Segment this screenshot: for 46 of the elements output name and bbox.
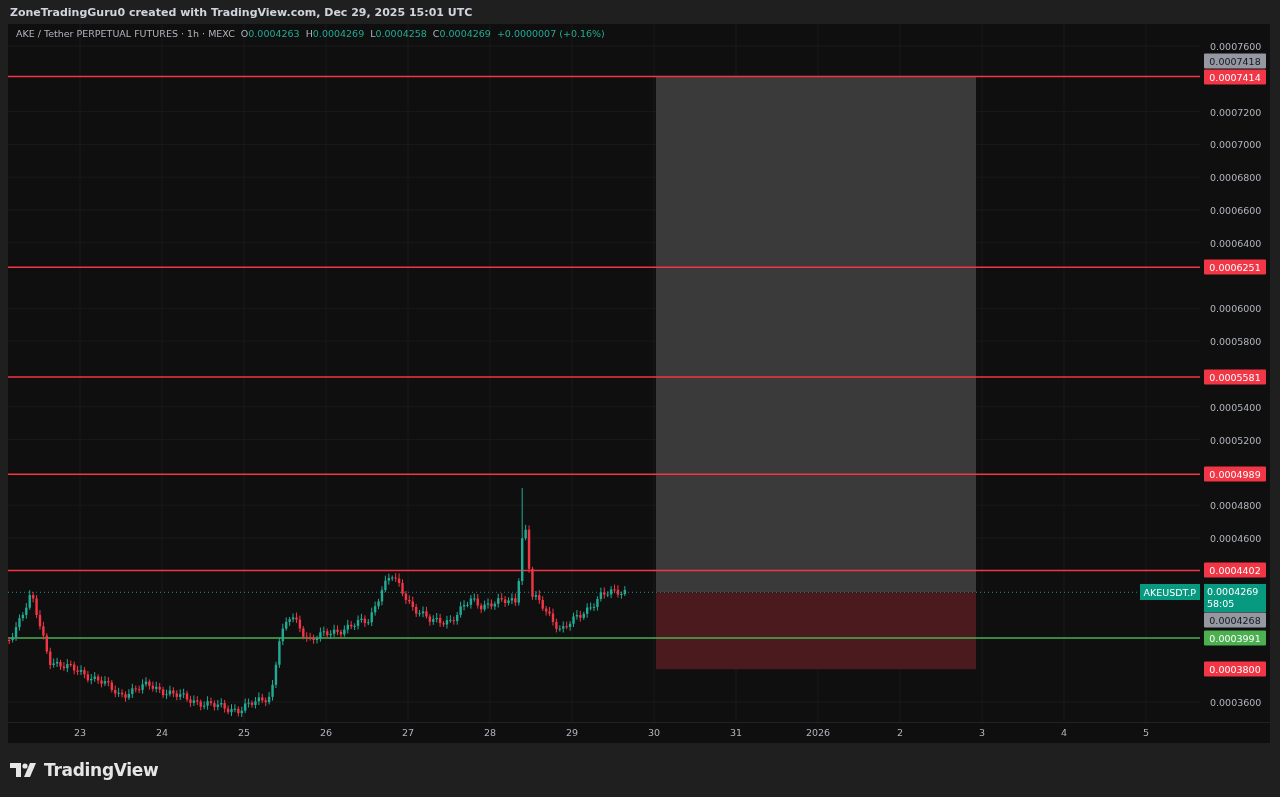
price-tick: 0.0005200 bbox=[1210, 434, 1262, 446]
price-level-label: 0.0007414 bbox=[1204, 69, 1266, 84]
price-tick: 0.0007000 bbox=[1210, 138, 1262, 150]
price-level-label: 0.0007418 bbox=[1204, 53, 1266, 69]
price-tick: 0.0007200 bbox=[1210, 106, 1262, 118]
chart-title: AKE / Tether PERPETUAL FUTURES · 1h · MEXC bbox=[16, 28, 235, 39]
price-tick: 0.0006800 bbox=[1210, 171, 1262, 183]
ohlc-reading: C0.0004269 bbox=[432, 28, 491, 39]
price-level-label: 0.0006251 bbox=[1204, 259, 1266, 275]
ohlc-reading: H0.0004269 bbox=[305, 28, 365, 39]
ohlc-reading: O0.0004263 bbox=[240, 28, 300, 39]
time-tick: 25 bbox=[237, 727, 251, 738]
price-tick: 0.0004800 bbox=[1210, 499, 1262, 511]
time-tick: 24 bbox=[155, 727, 169, 738]
price-tick: 0.0007600 bbox=[1210, 40, 1262, 52]
time-tick: 29 bbox=[565, 727, 579, 738]
price-level-label: 0.0003800 bbox=[1204, 661, 1266, 677]
price-tick: 0.0006600 bbox=[1210, 204, 1262, 216]
price-level-label: 0.0004989 bbox=[1204, 466, 1266, 482]
time-tick: 23 bbox=[73, 727, 87, 738]
price-tick: 0.0005800 bbox=[1210, 335, 1262, 347]
time-tick: 5 bbox=[1143, 727, 1149, 738]
time-tick: 2026 bbox=[805, 727, 831, 738]
price-level-label: 0.0003991 bbox=[1204, 630, 1266, 646]
time-tick: 4 bbox=[1061, 727, 1067, 738]
price-tick: 0.0006400 bbox=[1210, 237, 1262, 249]
ohlc-reading: L0.0004258 bbox=[370, 28, 427, 39]
logo-text: TradingView bbox=[44, 760, 159, 780]
time-tick: 26 bbox=[319, 727, 333, 738]
time-tick: 30 bbox=[647, 727, 661, 738]
price-tick: 0.0004600 bbox=[1210, 532, 1262, 544]
time-tick: 27 bbox=[401, 727, 415, 738]
price-level-label: 0.0004268 bbox=[1204, 612, 1266, 628]
price-level-label: 0.0004402 bbox=[1204, 562, 1266, 578]
price-tick: 0.0006000 bbox=[1210, 302, 1262, 314]
time-tick: 28 bbox=[483, 727, 497, 738]
last-price-label: 0.0004269 58:05 bbox=[1204, 584, 1266, 613]
price-tick: 0.0003600 bbox=[1210, 696, 1262, 708]
time-tick: 2 bbox=[897, 727, 903, 738]
time-tick: 3 bbox=[979, 727, 985, 738]
price-tick: 0.0005400 bbox=[1210, 401, 1262, 413]
time-tick: 31 bbox=[729, 727, 743, 738]
symbol-tag: AKEUSDT.P bbox=[1139, 584, 1200, 601]
price-change: +0.0000007 (+0.16%) bbox=[496, 28, 605, 39]
attribution-text: ZoneTradingGuru0 created with TradingView.com, Dec 29, 2025 15:01 UTC bbox=[10, 5, 473, 19]
price-level-label: 0.0005581 bbox=[1204, 369, 1266, 385]
